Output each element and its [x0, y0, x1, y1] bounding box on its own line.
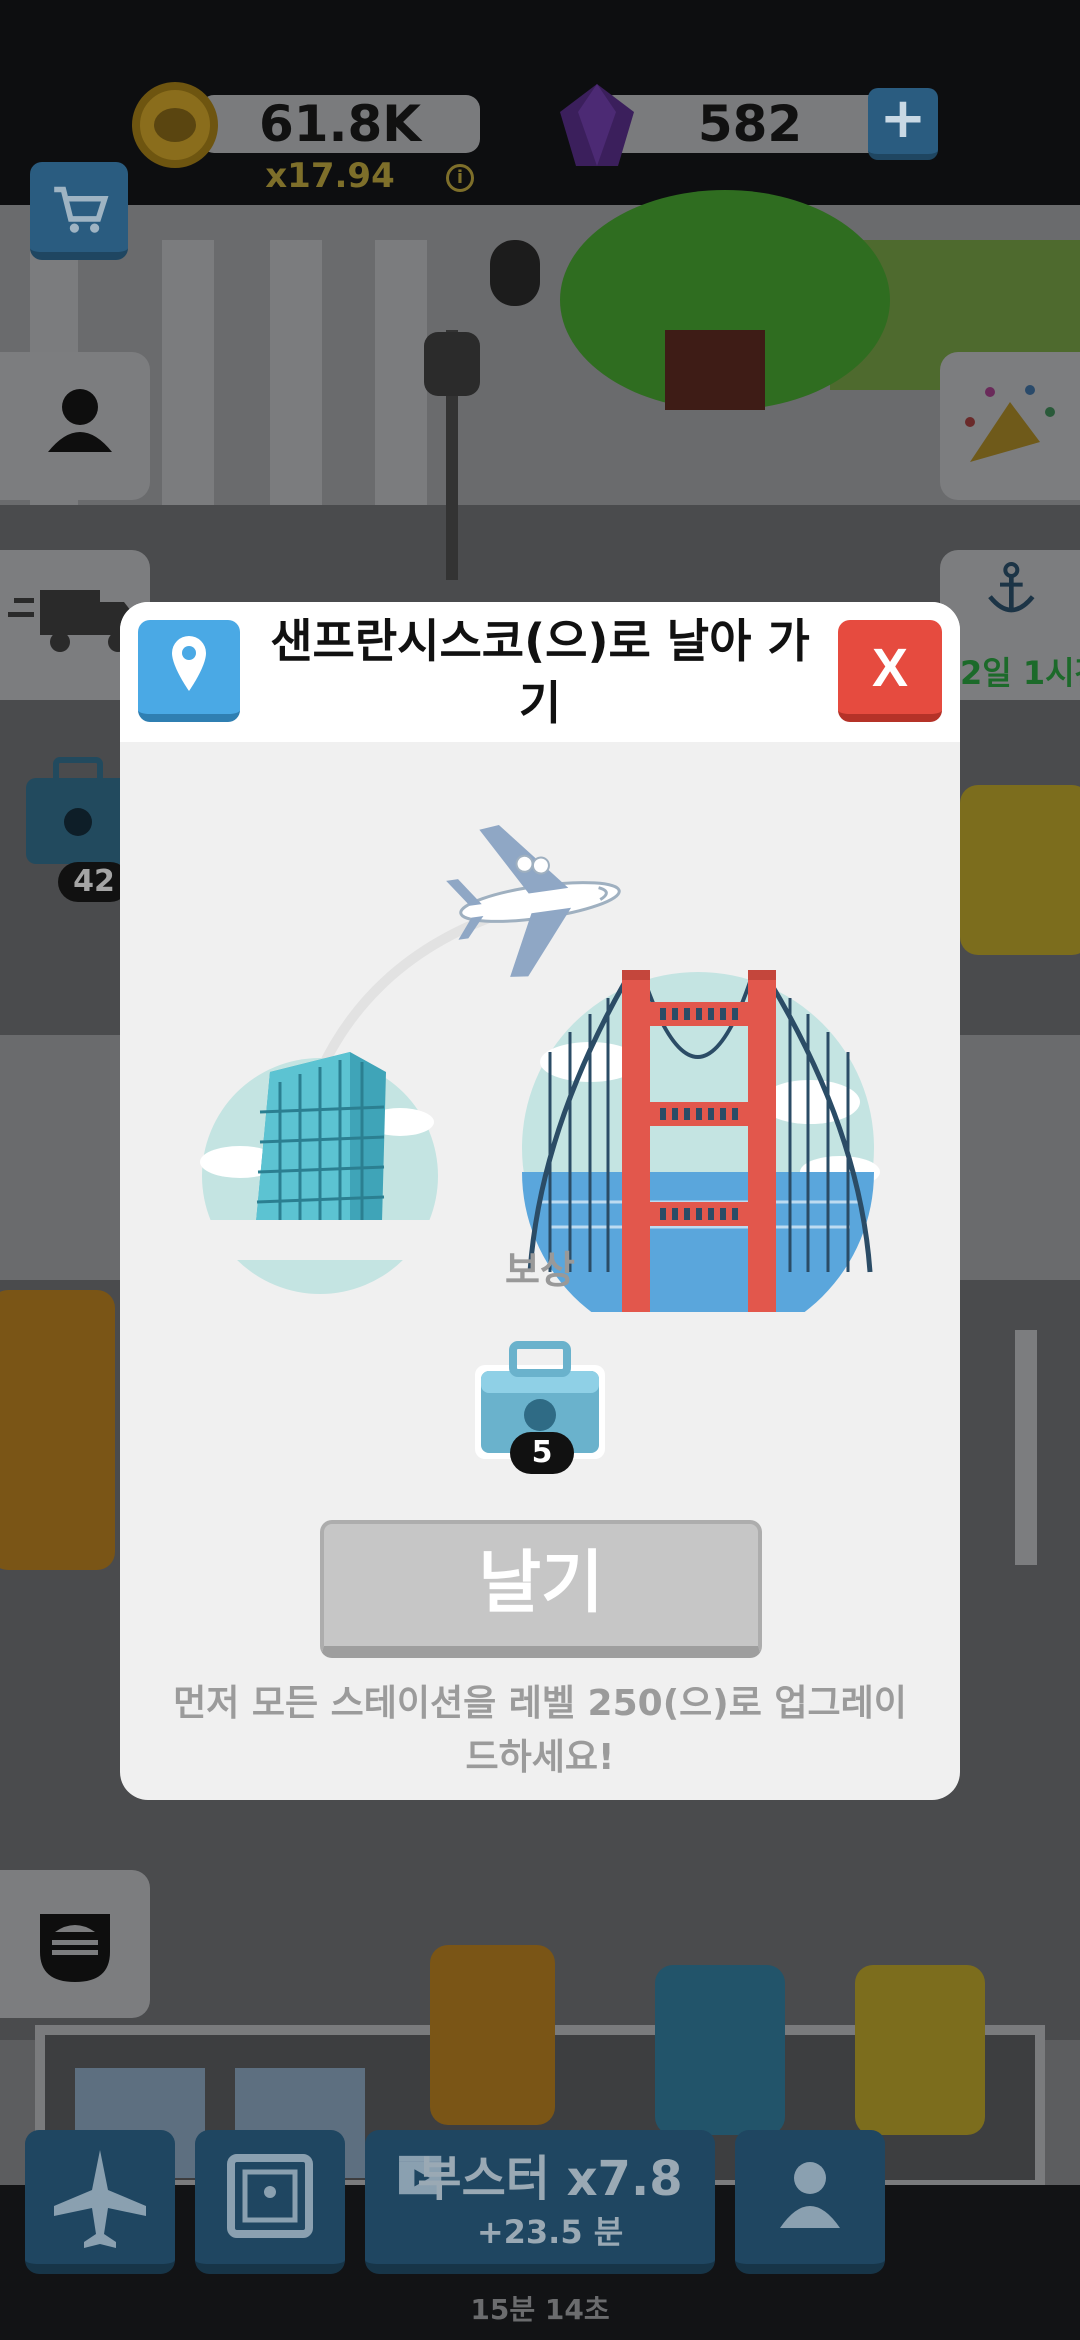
upgrade-requirement-text: 먼저 모든 스테이션을 레벨 250(으)로 업그레이드하세요! [173, 1683, 907, 1778]
profile-side-button[interactable] [0, 352, 150, 500]
airplane-illustration [446, 824, 621, 977]
yellow-car [960, 785, 1080, 955]
location-pin-icon [172, 636, 206, 691]
parked-car [855, 1965, 985, 2135]
add-gems-button[interactable]: + [868, 88, 938, 160]
airplane-icon [54, 2150, 146, 2248]
burger-icon [40, 1914, 110, 1982]
dialog-title: 샌프란시스코(으)로 날아 가기 [270, 614, 810, 730]
vault-nav-button[interactable] [195, 2130, 345, 2274]
person-icon [48, 389, 112, 452]
coin-value: 61.8K [258, 95, 422, 153]
reward-count-badge: 5 [510, 1432, 574, 1474]
party-popper-icon [965, 385, 1055, 462]
crosswalk-stripe [375, 240, 427, 505]
tree-planter [665, 330, 765, 410]
fly-button[interactable]: 날기 [320, 1520, 762, 1658]
manager-icon [780, 2162, 840, 2228]
events-side-button[interactable] [940, 352, 1080, 500]
gem-value: 582 [697, 95, 803, 153]
booster-timer: 15분 14초 [470, 2293, 610, 2326]
location-button[interactable] [138, 620, 240, 722]
parked-car [655, 1965, 785, 2135]
crosswalk-stripe [270, 240, 322, 505]
reward-label: 보상 [505, 1248, 575, 1292]
shopping-cart-icon [54, 186, 109, 233]
parked-car [430, 1945, 555, 2125]
income-multiplier: x17.94 [265, 156, 395, 196]
crosswalk-stripe [162, 240, 214, 505]
taxi-car [0, 1290, 115, 1570]
pedestrian [490, 240, 540, 306]
booster-title: 부스터 x7.8 [417, 2151, 683, 2207]
manager-nav-button[interactable] [735, 2130, 885, 2274]
lamp-head [424, 332, 480, 396]
shop-button[interactable] [30, 162, 128, 260]
booster-duration: +23.5 분 [476, 2213, 624, 2251]
flight-illustration [200, 824, 880, 1312]
safe-icon [227, 2154, 313, 2238]
harbor-timer: 2일 1시간 [960, 654, 1080, 692]
airport-nav-button[interactable] [25, 2130, 175, 2274]
road-marker [1015, 1330, 1037, 1565]
gem-icon [560, 84, 634, 166]
fly-to-city-dialog: 샌프란시스코(으)로 날아 가기 X 보상 5 날기 먼저 모든 스테이션을 레… [120, 602, 960, 1800]
anchor-icon [988, 562, 1035, 613]
coin-icon [132, 82, 218, 168]
close-button[interactable]: X [838, 620, 942, 722]
info-icon[interactable]: i [446, 164, 474, 192]
restaurant-side-button[interactable] [0, 1870, 150, 2018]
